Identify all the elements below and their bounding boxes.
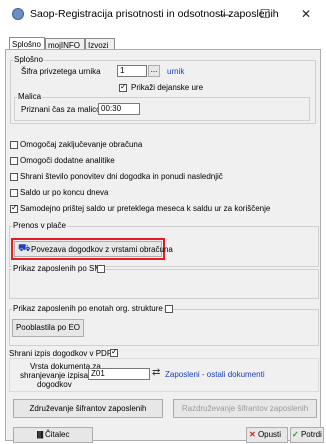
option-checkbox[interactable] xyxy=(10,141,18,149)
prikazi-dejanske-ure-checkbox[interactable] xyxy=(119,82,127,92)
close-button[interactable]: ✕ xyxy=(293,5,319,23)
option-label: Omogoči dodatne analitike xyxy=(20,156,115,165)
connect-icon: ⛟ xyxy=(18,243,31,254)
minimize-button[interactable]: — xyxy=(212,5,238,23)
citalec-button[interactable]: ||||| Čitalec xyxy=(13,427,93,443)
opusti-label: Opusti xyxy=(257,430,282,439)
x-icon: ✕ xyxy=(249,430,256,439)
option-label: Shrani število ponovitev dni dogodka in … xyxy=(20,172,223,181)
shrani-pdf-label: Shrani izpis dogodkov v PDF xyxy=(9,349,112,358)
prikazi-dejanske-ure-label: Prikaži dejanske ure xyxy=(131,83,204,92)
check-icon: ✓ xyxy=(292,430,299,439)
pdf-group xyxy=(9,358,319,392)
app-icon xyxy=(12,8,24,20)
malica-legend: Malica xyxy=(17,92,43,101)
prikaz-eo-checkbox[interactable] xyxy=(165,305,173,313)
option-checkbox[interactable] xyxy=(10,189,18,197)
urnik-lookup-button[interactable]: ... xyxy=(148,65,160,77)
povezava-dogodkov-button[interactable]: ⛟ Povezava dogodkov z vrstami obračuna xyxy=(14,241,173,257)
sifra-label: Šifra privzetega urnika xyxy=(21,67,101,76)
priznani-cas-label: Priznani čas za malico xyxy=(21,105,101,114)
razzdruzevanje-sifrantov-button[interactable]: Razdruževanje šifrantov zaposlenih xyxy=(173,399,317,418)
option-label: Saldo ur po koncu dneva xyxy=(20,188,109,197)
option-checkbox[interactable] xyxy=(10,203,18,213)
potrdi-label: Potrdi xyxy=(300,430,322,439)
urnik-link[interactable]: urnik xyxy=(167,67,184,76)
prikaz-sm-legend: Prikaz zaposlenih po SM xyxy=(12,264,103,273)
prikaz-sm-checkbox[interactable] xyxy=(97,265,105,273)
opusti-button[interactable]: ✕ Opusti xyxy=(246,427,288,443)
citalec-label: Čitalec xyxy=(44,430,70,439)
priznani-cas-input[interactable]: 00:30 xyxy=(98,103,140,115)
zdruzevanje-sifrantov-button[interactable]: Združevanje šifrantov zaposlenih xyxy=(13,399,163,418)
shrani-pdf-checkbox[interactable] xyxy=(110,347,118,357)
option-label: Samodejno prištej saldo ur preteklega me… xyxy=(20,204,271,213)
window-title: Saop-Registracija prisotnosti in odsotno… xyxy=(30,8,279,20)
prikaz-sm-group xyxy=(9,269,319,299)
option-checkbox[interactable] xyxy=(10,173,18,181)
option-checkbox[interactable] xyxy=(10,157,18,165)
splosno-legend: Splošno xyxy=(13,55,44,64)
sifra-urnika-input[interactable]: 1 xyxy=(117,65,147,77)
maximize-button[interactable]: ☐ xyxy=(252,5,278,23)
prenos-legend: Prenos v plače xyxy=(12,221,67,230)
option-label: Omogočaj zaključevanje obračuna xyxy=(20,140,143,149)
povezava-dogodkov-label: Povezava dogodkov z vrstami obračuna xyxy=(31,245,173,254)
title-bar: Saop-Registracija prisotnosti in odsotno… xyxy=(0,0,326,28)
pooblastila-po-eo-button[interactable]: Pooblastila po EO xyxy=(12,319,84,337)
potrdi-button[interactable]: ✓ Potrdi xyxy=(290,427,324,443)
prikaz-eo-legend: Prikaz zaposlenih po enotah org. struktu… xyxy=(12,304,164,313)
barcode-icon: ||||| xyxy=(36,430,44,439)
